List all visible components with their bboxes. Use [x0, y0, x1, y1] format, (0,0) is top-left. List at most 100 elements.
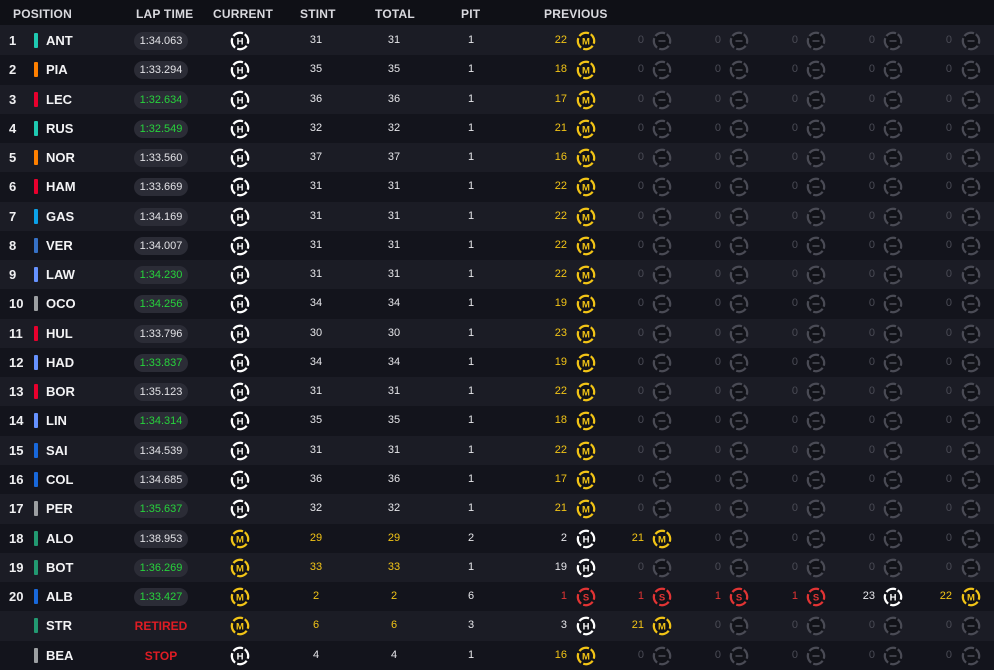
position-number: 2	[9, 62, 17, 78]
header-current[interactable]: CURRENT	[213, 7, 273, 21]
team-color-bar	[34, 91, 38, 107]
team-color-bar	[34, 442, 38, 458]
status-badge: RETIRED	[134, 619, 188, 634]
driver-code[interactable]: OCO	[46, 289, 76, 318]
svg-text:M: M	[236, 563, 244, 574]
table-row[interactable]: 18 ALO 1:38.953 M 29 29 2 2 H 21 M 0 0 0 0	[0, 523, 994, 553]
driver-code[interactable]: LEC	[46, 85, 72, 114]
previous-tyre-icon: M	[576, 265, 596, 285]
total-laps: 31	[387, 34, 401, 46]
previous-stint-laps: 0	[637, 355, 644, 368]
previous-tyre-icon	[883, 236, 903, 256]
driver-code[interactable]: SAI	[46, 436, 68, 465]
table-row[interactable]: 12 HAD 1:33.837 H 34 34 1 19 M 0 0 0 0 0	[0, 347, 994, 378]
previous-stint-laps: 0	[945, 63, 952, 76]
table-row[interactable]: 4 RUS 1:32.549 H 32 32 1 21 M 0 0 0 0 0	[0, 113, 994, 144]
previous-tyre-icon	[961, 295, 981, 314]
driver-code[interactable]: HAM	[46, 172, 76, 201]
table-row[interactable]: 16 COL 1:34.685 H 36 36 1 17 M 0 0 0 0 0	[0, 464, 994, 495]
table-row[interactable]: 13 BOR 1:35.123 H 31 31 1 22 M 0 0 0 0 0	[0, 377, 994, 407]
previous-tyre-icon: M	[652, 617, 672, 636]
previous-tyre-icon	[652, 90, 672, 109]
table-row[interactable]: STR RETIRED M 6 6 3 3 H 21 M 0 0 0 0	[0, 611, 994, 641]
driver-code[interactable]: STR	[46, 611, 72, 640]
previous-stint-laps: 0	[791, 560, 798, 573]
driver-code[interactable]: VER	[46, 231, 73, 260]
driver-code[interactable]: LAW	[46, 260, 75, 289]
pit-stops: 3	[467, 619, 475, 632]
driver-code[interactable]: RUS	[46, 114, 73, 143]
previous-tyre-icon: M	[961, 587, 981, 607]
previous-stint-laps: 0	[791, 502, 798, 515]
driver-code[interactable]: BOR	[46, 377, 75, 406]
driver-code[interactable]: GAS	[46, 202, 74, 231]
stint-laps: 31	[309, 268, 323, 281]
driver-code[interactable]: NOR	[46, 143, 75, 172]
header-stint[interactable]: STINT	[300, 7, 336, 21]
table-row[interactable]: 1 ANT 1:34.063 H 31 31 1 22 M 0 0 0 0 0	[0, 26, 994, 56]
team-color-bar	[34, 589, 38, 605]
driver-code[interactable]: PER	[46, 494, 73, 523]
driver-code[interactable]: LIN	[46, 406, 67, 435]
driver-code[interactable]: COL	[46, 465, 73, 494]
previous-tyre-icon	[729, 617, 749, 636]
previous-tyre-icon	[883, 353, 903, 373]
driver-code[interactable]: BOT	[46, 553, 73, 582]
table-row[interactable]: 14 LIN 1:34.314 H 35 35 1 18 M 0 0 0 0 0	[0, 406, 994, 436]
driver-code[interactable]: ALO	[46, 524, 73, 553]
table-row[interactable]: BEA STOP H 4 4 1 16 M 0 0 0 0 0	[0, 640, 994, 670]
previous-stint-laps: 0	[637, 121, 644, 134]
previous-stint-laps: 0	[945, 502, 952, 515]
driver-code[interactable]: PIA	[46, 55, 68, 84]
table-row[interactable]: 19 BOT 1:36.269 M 33 33 1 19 H 0 0 0 0 0	[0, 552, 994, 583]
stint-laps: 2	[312, 590, 320, 603]
previous-stint-laps: 3	[560, 619, 567, 632]
table-row[interactable]: 3 LEC 1:32.634 H 36 36 1 17 M 0 0 0 0 0	[0, 84, 994, 114]
standings-table: 1 ANT 1:34.063 H 31 31 1 22 M 0 0 0 0 0 2 PIA 1:33.294 H 3…	[0, 26, 994, 670]
total-laps: 31	[387, 443, 401, 456]
previous-tyre-icon: S	[729, 587, 749, 607]
previous-stint-laps: 0	[791, 238, 798, 251]
table-row[interactable]: 2 PIA 1:33.294 H 35 35 1 18 M 0 0 0 0 0	[0, 55, 994, 85]
previous-stint-laps: 0	[945, 297, 952, 310]
table-row[interactable]: 10 OCO 1:34.256 H 34 34 1 19 M 0 0 0 0 0	[0, 289, 994, 319]
driver-code[interactable]: ANT	[46, 26, 73, 55]
table-row[interactable]: 11 HUL 1:33.796 H 30 30 1 23 M 0 0 0 0 0	[0, 318, 994, 348]
previous-stint-laps: 17	[554, 92, 567, 105]
total-laps: 4	[390, 648, 398, 661]
previous-stint-laps: 0	[945, 92, 952, 105]
previous-tyre-icon	[652, 558, 672, 578]
header-lap-time[interactable]: LAP TIME	[136, 7, 193, 21]
previous-tyre-icon	[652, 646, 672, 665]
pit-stops: 1	[467, 151, 475, 164]
total-laps: 2	[390, 590, 398, 603]
header-pit[interactable]: PIT	[461, 7, 480, 21]
table-row[interactable]: 8 VER 1:34.007 H 31 31 1 22 M 0 0 0 0 0	[0, 230, 994, 261]
header-position[interactable]: POSITION	[13, 7, 72, 21]
header-previous[interactable]: PREVIOUS	[544, 7, 608, 21]
driver-code[interactable]: ALB	[46, 582, 73, 611]
table-row[interactable]: 17 PER 1:35.637 H 32 32 1 21 M 0 0 0 0 0	[0, 494, 994, 524]
previous-stint-laps: 0	[791, 648, 798, 661]
driver-code[interactable]: HUL	[46, 319, 73, 348]
svg-text:M: M	[582, 124, 590, 135]
driver-code[interactable]: BEA	[46, 641, 73, 670]
header-total[interactable]: TOTAL	[375, 7, 415, 21]
pit-stops: 1	[467, 385, 475, 398]
previous-tyre-icon	[961, 558, 981, 578]
team-color-bar	[34, 267, 38, 283]
stint-laps: 32	[309, 121, 323, 134]
position-number: 17	[9, 501, 24, 517]
table-row[interactable]: 5 NOR 1:33.560 H 37 37 1 16 M 0 0 0 0 0	[0, 143, 994, 173]
table-row[interactable]: 7 GAS 1:34.169 H 31 31 1 22 M 0 0 0 0 0	[0, 201, 994, 231]
table-row[interactable]: 9 LAW 1:34.230 H 31 31 1 22 M 0 0 0 0 0	[0, 260, 994, 290]
svg-text:H: H	[237, 154, 244, 165]
previous-tyre-icon	[729, 119, 749, 139]
table-row[interactable]: 15 SAI 1:34.539 H 31 31 1 22 M 0 0 0 0 0	[0, 435, 994, 465]
table-row[interactable]: 6 HAM 1:33.669 H 31 31 1 22 M 0 0 0 0 0	[0, 172, 994, 202]
svg-text:M: M	[582, 183, 590, 194]
table-row[interactable]: 20 ALB 1:33.427 M 2 2 6 1 S 1 S 1 S 1 S 23 H 22 M	[0, 582, 994, 612]
lap-time-badge: 1:36.269	[134, 558, 188, 577]
driver-code[interactable]: HAD	[46, 348, 74, 377]
previous-stint-laps: 0	[637, 502, 644, 515]
